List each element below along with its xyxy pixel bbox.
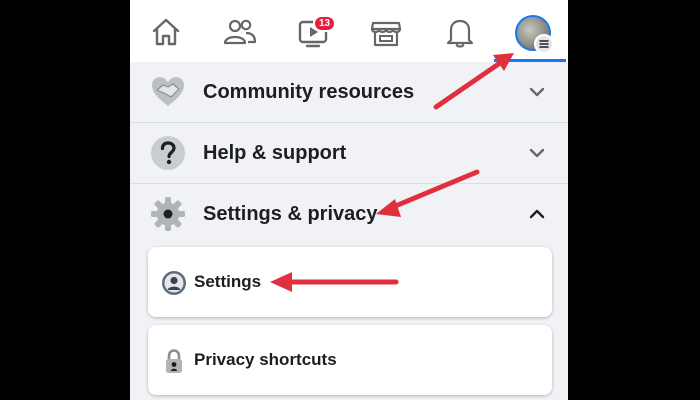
- home-icon: [152, 18, 180, 46]
- section-label: Community resources: [203, 81, 415, 103]
- section-label: Settings & privacy: [203, 203, 378, 225]
- home-tab[interactable]: [148, 14, 184, 50]
- chevron-down-icon: [528, 83, 546, 101]
- user-circle-icon: [161, 270, 187, 296]
- friends-tab[interactable]: [222, 14, 258, 50]
- friends-icon: [223, 19, 257, 45]
- facebook-mobile-screen: 13 Community resources Help & support Se…: [130, 0, 568, 400]
- gear-icon: [149, 195, 187, 233]
- menu-section-help-support[interactable]: Help & support: [130, 123, 568, 184]
- chevron-up-icon: [528, 205, 546, 223]
- marketplace-icon: [370, 21, 402, 47]
- hamburger-menu-icon: [534, 34, 554, 54]
- watch-notification-badge: 13: [313, 15, 337, 32]
- notifications-tab[interactable]: [442, 14, 478, 50]
- settings-menu-item[interactable]: Settings: [148, 247, 552, 317]
- menu-section-community-resources[interactable]: Community resources: [130, 62, 568, 123]
- question-icon: [149, 134, 187, 172]
- menu-section-settings-privacy[interactable]: Settings & privacy: [130, 184, 568, 244]
- lock-icon: [161, 348, 187, 374]
- top-navigation-bar: 13: [130, 0, 568, 63]
- privacy-shortcuts-menu-item[interactable]: Privacy shortcuts: [148, 325, 552, 395]
- handshake-icon: [149, 73, 187, 111]
- marketplace-tab[interactable]: [368, 14, 404, 50]
- submenu-label: Settings: [194, 272, 262, 291]
- profile-menu-button[interactable]: [515, 15, 554, 54]
- submenu-label: Privacy shortcuts: [194, 350, 337, 369]
- bell-icon: [446, 19, 474, 48]
- section-label: Help & support: [203, 142, 347, 164]
- chevron-down-icon: [528, 144, 546, 162]
